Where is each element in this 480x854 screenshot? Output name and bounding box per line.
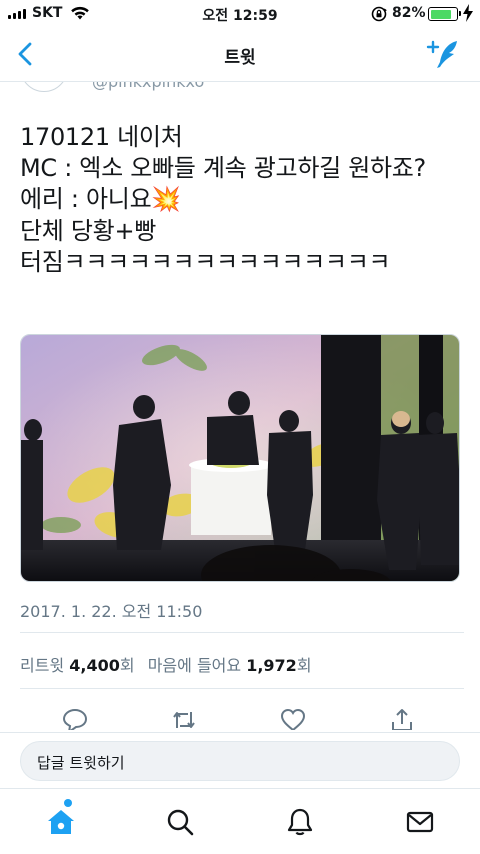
reply-input[interactable]: 답글 트윗하기: [20, 741, 460, 781]
orientation-lock-icon: [371, 6, 387, 22]
tweet-stats: 리트윗 4,400회 마음에 들어요 1,972회: [20, 652, 312, 676]
retweets-stat[interactable]: 리트윗 4,400회: [20, 656, 135, 675]
like-icon[interactable]: [279, 706, 307, 730]
tweet-media-image[interactable]: [20, 334, 460, 582]
charging-bolt-icon: [463, 4, 473, 22]
reply-icon[interactable]: [61, 706, 89, 730]
notifications-icon[interactable]: [285, 807, 315, 837]
likes-label: 마음에 들어요: [147, 656, 242, 675]
messages-icon[interactable]: [405, 807, 435, 837]
concert-stage-photo: [21, 335, 459, 581]
battery-level: [430, 9, 451, 19]
avatar[interactable]: [20, 82, 68, 92]
search-icon[interactable]: [165, 807, 195, 837]
status-bar: SKT 오전 12:59 82%: [0, 0, 480, 28]
divider: [20, 632, 464, 633]
tab-bar: [0, 788, 480, 854]
likes-stat[interactable]: 마음에 들어요 1,972회: [148, 656, 312, 675]
likes-unit: 회: [296, 656, 312, 675]
home-notification-dot: [64, 799, 72, 807]
tweet-text: 170121 네이처 MC : 엑소 오빠들 계속 광고하길 원하죠? 에리 :…: [20, 123, 426, 276]
compose-tweet-icon[interactable]: [426, 38, 462, 70]
tweet-timestamp: 2017. 1. 22. 오전 11:50: [20, 602, 203, 621]
battery-percent: 82%: [392, 5, 426, 21]
home-icon[interactable]: [46, 807, 76, 837]
author-row-partial: @pinkxpinkxo: [0, 82, 480, 102]
tweet-actions: [0, 704, 480, 730]
likes-count: 1,972: [246, 656, 297, 675]
nav-bar: 트윗: [0, 28, 480, 82]
retweets-unit: 회: [119, 656, 135, 675]
retweets-count: 4,400: [69, 656, 120, 675]
author-handle[interactable]: @pinkxpinkxo: [92, 82, 204, 91]
battery-icon: [428, 7, 461, 21]
share-icon[interactable]: [388, 706, 416, 730]
retweets-label: 리트윗: [20, 656, 65, 675]
divider: [20, 688, 464, 689]
retweet-icon[interactable]: [170, 706, 198, 730]
page-title: 트윗: [224, 48, 256, 68]
reply-placeholder: 답글 트윗하기: [37, 754, 125, 772]
reply-bar: 답글 트윗하기: [0, 732, 480, 788]
